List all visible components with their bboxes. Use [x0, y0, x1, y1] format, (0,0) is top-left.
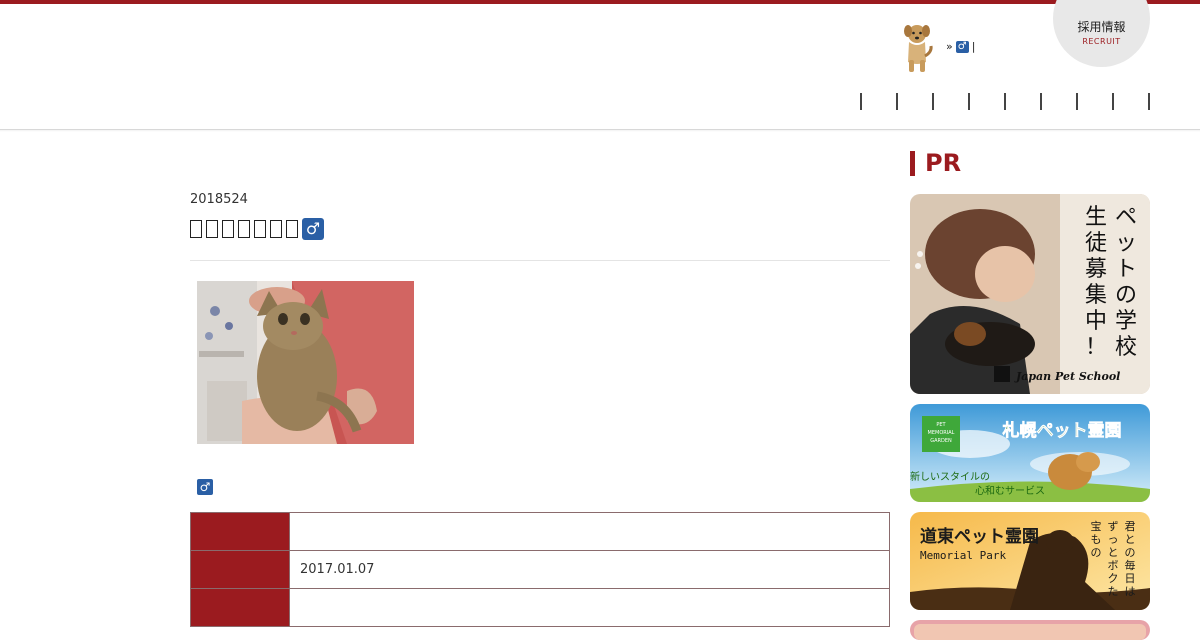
sidebar-pr-heading: PR [910, 149, 962, 177]
ad1-line1-char: ッ [1115, 231, 1137, 256]
missing-glyph-icon [222, 220, 234, 238]
ad3-vertical-char: と [1125, 533, 1136, 546]
ad3-vertical-char: 日 [1125, 572, 1136, 585]
ad-doto-memorial-banner[interactable]: 道東ペット霊園 Memorial Park 君 と の 毎 日 は ず っ と … [910, 512, 1150, 610]
nav-divider [1112, 93, 1114, 110]
breadcrumb: » ♂ | [946, 40, 975, 53]
ad1-line2-char: 徒 [1085, 231, 1107, 256]
missing-glyph-icon [254, 220, 266, 238]
male-icon[interactable]: ♂ [955, 40, 969, 53]
ad3-vertical-char: っ [1108, 533, 1119, 546]
ad3-vertical-char: 宝 [1091, 519, 1102, 533]
post-title: ♂ [190, 218, 324, 240]
nav-divider [1148, 93, 1150, 110]
dog-mascot-icon [904, 25, 933, 72]
top-accent-bar [0, 0, 1200, 4]
ad3-vertical-char: た [1108, 585, 1119, 598]
table-header-cell [190, 550, 290, 589]
ad1-line1-char: 学 [1115, 309, 1137, 334]
ad2-tagline: 心和むサービス [975, 485, 1045, 497]
table-row [190, 588, 890, 627]
missing-glyph-icon [190, 220, 202, 238]
recruit-link[interactable]: 採用情報 RECRUIT [1053, 0, 1150, 67]
pet-info-table: 2017.01.07 [190, 512, 890, 627]
table-header-cell [190, 512, 290, 551]
nav-divider [932, 93, 934, 110]
global-nav [858, 93, 1153, 111]
nav-divider [1004, 93, 1006, 110]
nav-divider [896, 93, 898, 110]
ad3-vertical-char: の [1091, 546, 1102, 559]
ad1-brand: Japan Pet School [1014, 370, 1120, 383]
ad2-badge-line: MEMORIAL [928, 430, 955, 436]
ad3-vertical-char: 君 [1125, 520, 1136, 533]
cat-photo[interactable] [197, 281, 414, 444]
nav-divider [968, 93, 970, 110]
table-row: 2017.01.07 [190, 550, 890, 589]
ad3-vertical-char: は [1125, 585, 1136, 598]
ad1-line1-char: の [1115, 283, 1137, 308]
missing-glyph-icon [270, 220, 282, 238]
ad-pet-school-banner[interactable]: ペ ッ ト の 学 校 生 徒 募 集 中 ！ Japan Pet School [910, 194, 1150, 394]
ad1-line2-char: 募 [1085, 257, 1107, 282]
ad1-line2-char: 集 [1085, 283, 1107, 308]
ad3-vertical-char: も [1091, 533, 1102, 546]
missing-glyph-icon [238, 220, 250, 238]
ad1-line1-char: ペ [1115, 205, 1137, 230]
table-row [190, 512, 890, 551]
ad3-vertical-char: と [1108, 546, 1119, 559]
table-cell [289, 512, 890, 551]
heading-accent-bar [910, 150, 915, 176]
table-header-cell [190, 588, 290, 627]
ad3-vertical-char: ボ [1108, 559, 1119, 572]
post-date: 2018524 [190, 192, 248, 207]
nav-divider [1076, 93, 1078, 110]
nav-divider [860, 93, 862, 110]
table-cell [289, 588, 890, 627]
ad3-vertical-char: ず [1108, 520, 1119, 533]
ad3-title: 道東ペット霊園 [920, 526, 1039, 547]
ad3-vertical-char: ク [1108, 572, 1119, 585]
ad1-line1-char: 校 [1115, 335, 1137, 360]
title-divider [190, 260, 890, 261]
ad-banner-partial[interactable] [910, 620, 1150, 640]
ad2-badge-line: PET [936, 422, 946, 428]
ad1-line2-char: ！ [1085, 335, 1107, 360]
breadcrumb-arrow: » [946, 40, 953, 53]
ad-sapporo-memorial-banner[interactable]: PET MEMORIAL GARDEN 札幌ペット霊園 新しいスタイルの 心和む… [910, 404, 1150, 502]
table-cell: 2017.01.07 [289, 550, 890, 589]
recruit-label-en: RECRUIT [1082, 37, 1121, 46]
breadcrumb-separator: | [971, 40, 976, 53]
ad2-badge-line: GARDEN [930, 438, 952, 444]
missing-glyph-icon [286, 220, 298, 238]
nav-divider [1040, 93, 1042, 110]
male-icon[interactable]: ♂ [197, 479, 213, 495]
male-icon: ♂ [302, 218, 324, 240]
ad1-line1-char: ト [1115, 257, 1137, 282]
ad2-title: 札幌ペット霊園 [1002, 420, 1122, 441]
header-shadow [0, 130, 1200, 132]
missing-glyph-icon [206, 220, 218, 238]
recruit-label: 採用情報 [1077, 20, 1126, 34]
ad3-vertical-char: 毎 [1125, 559, 1136, 572]
ad1-line2-char: 生 [1085, 205, 1107, 230]
pr-title: PR [925, 149, 962, 177]
ad1-line2-char: 中 [1085, 309, 1107, 334]
ad3-subtitle: Memorial Park [920, 549, 1006, 562]
ad3-vertical-char: の [1125, 546, 1136, 559]
ad2-tagline: 新しいスタイルの [910, 470, 990, 483]
